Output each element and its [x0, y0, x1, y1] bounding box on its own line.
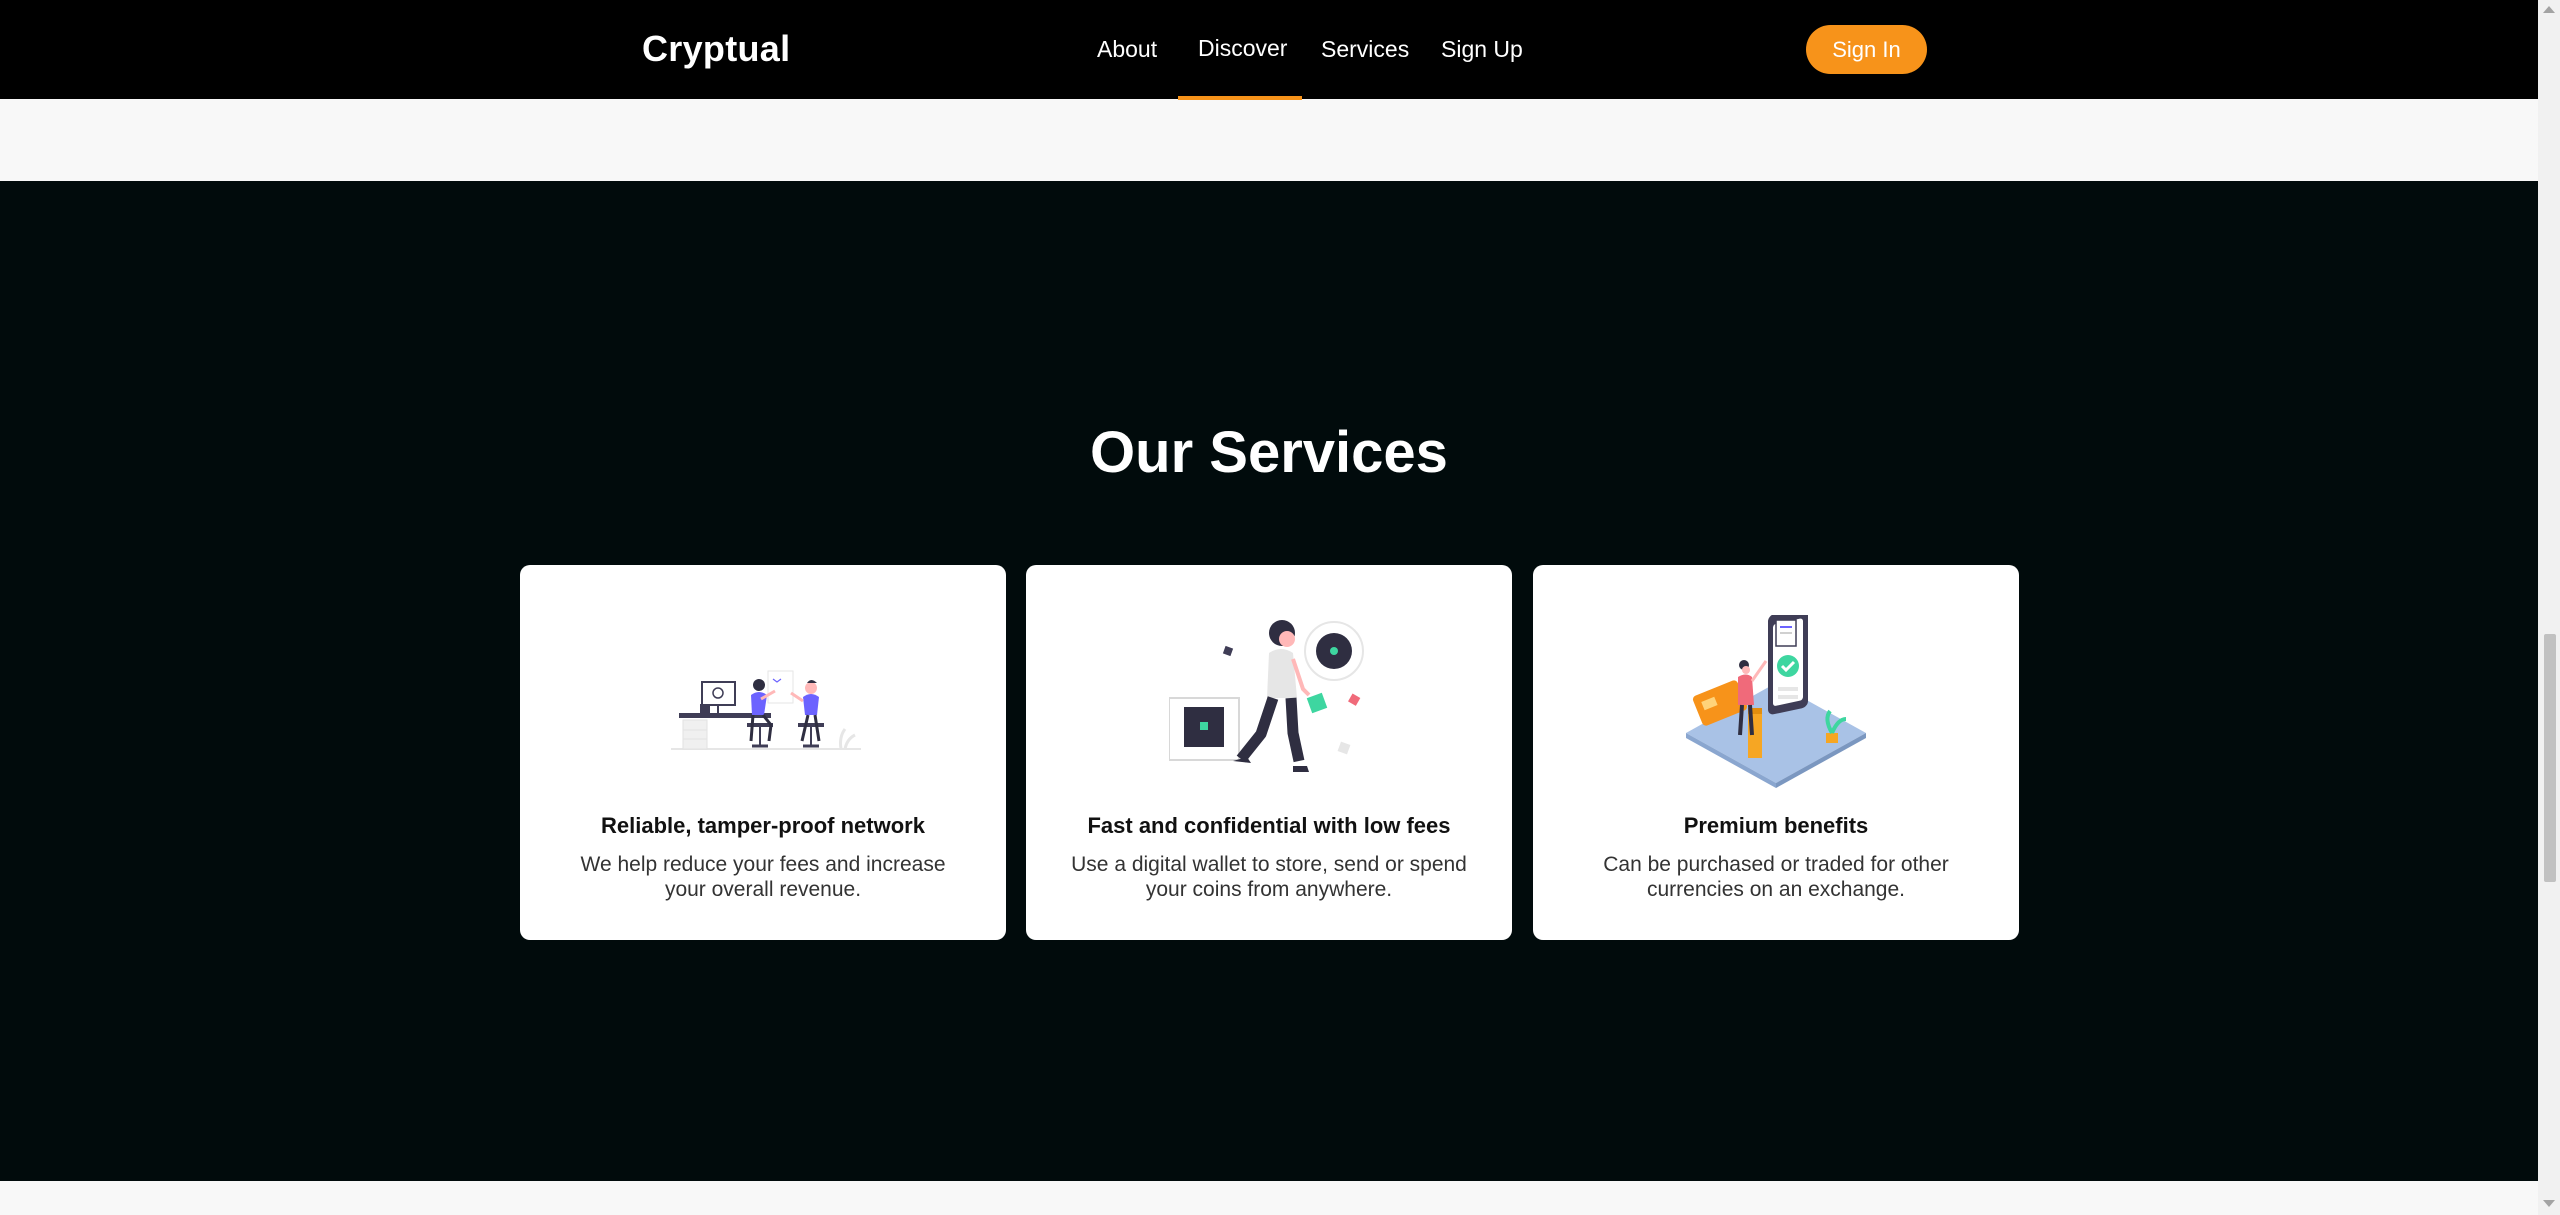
- service-card-title: Premium benefits: [1683, 813, 1869, 838]
- service-card-description: Use a digital wallet to store, send or s…: [1071, 853, 1467, 901]
- scroll-up-arrow-icon[interactable]: [2543, 6, 2555, 13]
- service-card-description: We help reduce your fees and increase yo…: [580, 853, 946, 901]
- nav-link-about[interactable]: About: [1097, 36, 1157, 63]
- service-card-network: Reliable, tamper-proof network We help r…: [520, 565, 1006, 940]
- people-working-illustration: [671, 670, 861, 750]
- service-card-title: Fast and confidential with low fees: [1087, 813, 1451, 838]
- woman-walking-illustration: [1169, 620, 1364, 772]
- scrollbar-thumb[interactable]: [2544, 634, 2556, 882]
- service-card-premium: Premium benefits Can be purchased or tra…: [1533, 565, 2019, 940]
- sign-in-button[interactable]: Sign In: [1806, 25, 1927, 74]
- nav-active-indicator: [1178, 96, 1302, 100]
- scroll-down-arrow-icon[interactable]: [2543, 1200, 2555, 1207]
- nav-link-discover[interactable]: Discover: [1198, 35, 1287, 62]
- services-section: Our Services Reliable, tamper-proof netw…: [0, 181, 2538, 1181]
- services-heading: Our Services: [1090, 420, 1448, 485]
- service-card-title: Reliable, tamper-proof network: [601, 813, 925, 838]
- nav-link-services[interactable]: Services: [1321, 36, 1409, 63]
- brand-logo[interactable]: Cryptual: [642, 28, 790, 70]
- page-scrollbar[interactable]: [2538, 0, 2560, 1215]
- nav-link-sign-up[interactable]: Sign Up: [1441, 36, 1523, 63]
- service-card-description: Can be purchased or traded for other cur…: [1603, 853, 1949, 901]
- phone-payment-illustration: [1686, 615, 1866, 788]
- service-card-wallet: Fast and confidential with low fees Use …: [1026, 565, 1512, 940]
- navbar: Cryptual About Discover Services Sign Up…: [0, 0, 2538, 100]
